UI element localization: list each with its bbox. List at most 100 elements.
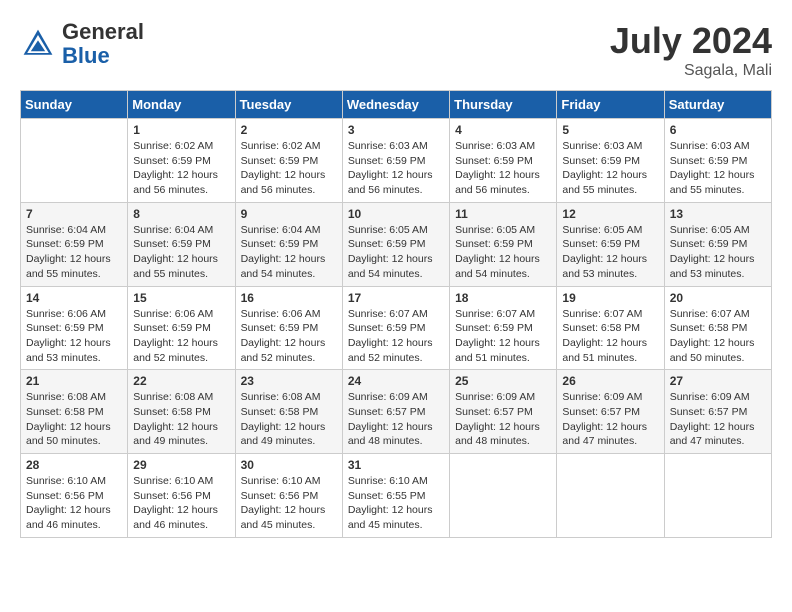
calendar-cell: 8Sunrise: 6:04 AMSunset: 6:59 PMDaylight…: [128, 202, 235, 286]
day-info: Sunrise: 6:10 AMSunset: 6:55 PMDaylight:…: [348, 474, 444, 533]
day-info: Sunrise: 6:06 AMSunset: 6:59 PMDaylight:…: [241, 307, 337, 366]
calendar-cell: 23Sunrise: 6:08 AMSunset: 6:58 PMDayligh…: [235, 370, 342, 454]
col-header-monday: Monday: [128, 91, 235, 119]
calendar-cell: [664, 454, 771, 538]
calendar-cell: 1 Sunrise: 6:02 AMSunset: 6:59 PMDaylight…: [128, 119, 235, 203]
week-row-2: 7 Sunrise: 6:04 AMSunset: 6:59 PMDaylight…: [21, 202, 772, 286]
calendar-cell: 27Sunrise: 6:09 AMSunset: 6:57 PMDayligh…: [664, 370, 771, 454]
col-header-thursday: Thursday: [450, 91, 557, 119]
calendar-cell: 5 Sunrise: 6:03 AMSunset: 6:59 PMDaylight…: [557, 119, 664, 203]
calendar-cell: 16 Sunrise: 6:06 AMSunset: 6:59 PMDayligh…: [235, 286, 342, 370]
day-number: 3: [348, 123, 444, 137]
day-number: 7: [26, 207, 122, 221]
calendar-cell: 20Sunrise: 6:07 AMSunset: 6:58 PMDayligh…: [664, 286, 771, 370]
week-row-5: 28Sunrise: 6:10 AMSunset: 6:56 PMDayligh…: [21, 454, 772, 538]
calendar-cell: 15 Sunrise: 6:06 AMSunset: 6:59 PMDayligh…: [128, 286, 235, 370]
day-number: 22: [133, 374, 229, 388]
calendar-cell: 28Sunrise: 6:10 AMSunset: 6:56 PMDayligh…: [21, 454, 128, 538]
day-number: 24: [348, 374, 444, 388]
month-title: July 2024: [610, 20, 772, 62]
day-info: Sunrise: 6:10 AMSunset: 6:56 PMDaylight:…: [133, 474, 229, 533]
calendar-cell: 4Sunrise: 6:03 AMSunset: 6:59 PMDaylight…: [450, 119, 557, 203]
day-number: 19: [562, 291, 658, 305]
day-info: Sunrise: 6:10 AMSunset: 6:56 PMDaylight:…: [26, 474, 122, 533]
day-number: 20: [670, 291, 766, 305]
day-number: 16: [241, 291, 337, 305]
day-info: Sunrise: 6:09 AMSunset: 6:57 PMDaylight:…: [348, 390, 444, 449]
calendar-cell: 10Sunrise: 6:05 AMSunset: 6:59 PMDayligh…: [342, 202, 449, 286]
day-info: Sunrise: 6:05 AMSunset: 6:59 PMDaylight:…: [455, 223, 551, 282]
week-row-4: 21 Sunrise: 6:08 AMSunset: 6:58 PMDayligh…: [21, 370, 772, 454]
day-info: Sunrise: 6:02 AMSunset: 6:59 PMDaylight:…: [241, 139, 337, 198]
day-info: Sunrise: 6:03 AMSunset: 6:59 PMDaylight:…: [348, 139, 444, 198]
day-number: 5: [562, 123, 658, 137]
calendar-cell: 12 Sunrise: 6:05 AMSunset: 6:59 PMDayligh…: [557, 202, 664, 286]
day-number: 10: [348, 207, 444, 221]
header-row: SundayMondayTuesdayWednesdayThursdayFrid…: [21, 91, 772, 119]
day-number: 18: [455, 291, 551, 305]
day-info: Sunrise: 6:09 AMSunset: 6:57 PMDaylight:…: [562, 390, 658, 449]
calendar-cell: 18 Sunrise: 6:07 AMSunset: 6:59 PMDayligh…: [450, 286, 557, 370]
day-number: 26: [562, 374, 658, 388]
day-info: Sunrise: 6:07 AMSunset: 6:59 PMDaylight:…: [348, 307, 444, 366]
col-header-saturday: Saturday: [664, 91, 771, 119]
day-info: Sunrise: 6:08 AMSunset: 6:58 PMDaylight:…: [133, 390, 229, 449]
day-info: Sunrise: 6:04 AMSunset: 6:59 PMDaylight:…: [26, 223, 122, 282]
week-row-3: 14 Sunrise: 6:06 AMSunset: 6:59 PMDayligh…: [21, 286, 772, 370]
day-number: 30: [241, 458, 337, 472]
day-info: Sunrise: 6:05 AMSunset: 6:59 PMDaylight:…: [670, 223, 766, 282]
day-info: Sunrise: 6:05 AMSunset: 6:59 PMDaylight:…: [562, 223, 658, 282]
col-header-friday: Friday: [557, 91, 664, 119]
day-number: 14: [26, 291, 122, 305]
day-info: Sunrise: 6:04 AMSunset: 6:59 PMDaylight:…: [133, 223, 229, 282]
day-number: 1: [133, 123, 229, 137]
day-number: 31: [348, 458, 444, 472]
day-info: Sunrise: 6:02 AMSunset: 6:59 PMDaylight:…: [133, 139, 229, 198]
calendar-table: SundayMondayTuesdayWednesdayThursdayFrid…: [20, 90, 772, 538]
calendar-cell: 11 Sunrise: 6:05 AMSunset: 6:59 PMDayligh…: [450, 202, 557, 286]
col-header-sunday: Sunday: [21, 91, 128, 119]
day-number: 2: [241, 123, 337, 137]
day-info: Sunrise: 6:07 AMSunset: 6:58 PMDaylight:…: [562, 307, 658, 366]
calendar-cell: 22 Sunrise: 6:08 AMSunset: 6:58 PMDayligh…: [128, 370, 235, 454]
day-number: 27: [670, 374, 766, 388]
calendar-cell: 26 Sunrise: 6:09 AMSunset: 6:57 PMDayligh…: [557, 370, 664, 454]
calendar-cell: 29 Sunrise: 6:10 AMSunset: 6:56 PMDayligh…: [128, 454, 235, 538]
day-info: Sunrise: 6:04 AMSunset: 6:59 PMDaylight:…: [241, 223, 337, 282]
page-header: General Blue July 2024 Sagala, Mali: [20, 20, 772, 80]
logo: General Blue: [20, 20, 144, 68]
calendar-cell: 2 Sunrise: 6:02 AMSunset: 6:59 PMDaylight…: [235, 119, 342, 203]
day-info: Sunrise: 6:03 AMSunset: 6:59 PMDaylight:…: [670, 139, 766, 198]
calendar-cell: [557, 454, 664, 538]
day-info: Sunrise: 6:06 AMSunset: 6:59 PMDaylight:…: [26, 307, 122, 366]
day-number: 12: [562, 207, 658, 221]
week-row-1: 1 Sunrise: 6:02 AMSunset: 6:59 PMDaylight…: [21, 119, 772, 203]
calendar-cell: 7 Sunrise: 6:04 AMSunset: 6:59 PMDaylight…: [21, 202, 128, 286]
calendar-cell: 13Sunrise: 6:05 AMSunset: 6:59 PMDayligh…: [664, 202, 771, 286]
calendar-cell: 30 Sunrise: 6:10 AMSunset: 6:56 PMDayligh…: [235, 454, 342, 538]
day-info: Sunrise: 6:07 AMSunset: 6:59 PMDaylight:…: [455, 307, 551, 366]
day-number: 6: [670, 123, 766, 137]
day-info: Sunrise: 6:06 AMSunset: 6:59 PMDaylight:…: [133, 307, 229, 366]
day-number: 21: [26, 374, 122, 388]
logo-blue: Blue: [62, 43, 110, 68]
day-number: 11: [455, 207, 551, 221]
day-number: 15: [133, 291, 229, 305]
title-block: July 2024 Sagala, Mali: [610, 20, 772, 80]
calendar-cell: 6 Sunrise: 6:03 AMSunset: 6:59 PMDaylight…: [664, 119, 771, 203]
day-number: 25: [455, 374, 551, 388]
calendar-cell: 19 Sunrise: 6:07 AMSunset: 6:58 PMDayligh…: [557, 286, 664, 370]
logo-text: General Blue: [62, 20, 144, 68]
col-header-wednesday: Wednesday: [342, 91, 449, 119]
day-number: 4: [455, 123, 551, 137]
calendar-cell: 25 Sunrise: 6:09 AMSunset: 6:57 PMDayligh…: [450, 370, 557, 454]
day-info: Sunrise: 6:09 AMSunset: 6:57 PMDaylight:…: [455, 390, 551, 449]
day-info: Sunrise: 6:03 AMSunset: 6:59 PMDaylight:…: [562, 139, 658, 198]
day-info: Sunrise: 6:08 AMSunset: 6:58 PMDaylight:…: [26, 390, 122, 449]
day-number: 23: [241, 374, 337, 388]
day-info: Sunrise: 6:10 AMSunset: 6:56 PMDaylight:…: [241, 474, 337, 533]
col-header-tuesday: Tuesday: [235, 91, 342, 119]
day-number: 17: [348, 291, 444, 305]
day-number: 29: [133, 458, 229, 472]
calendar-cell: 9Sunrise: 6:04 AMSunset: 6:59 PMDaylight…: [235, 202, 342, 286]
